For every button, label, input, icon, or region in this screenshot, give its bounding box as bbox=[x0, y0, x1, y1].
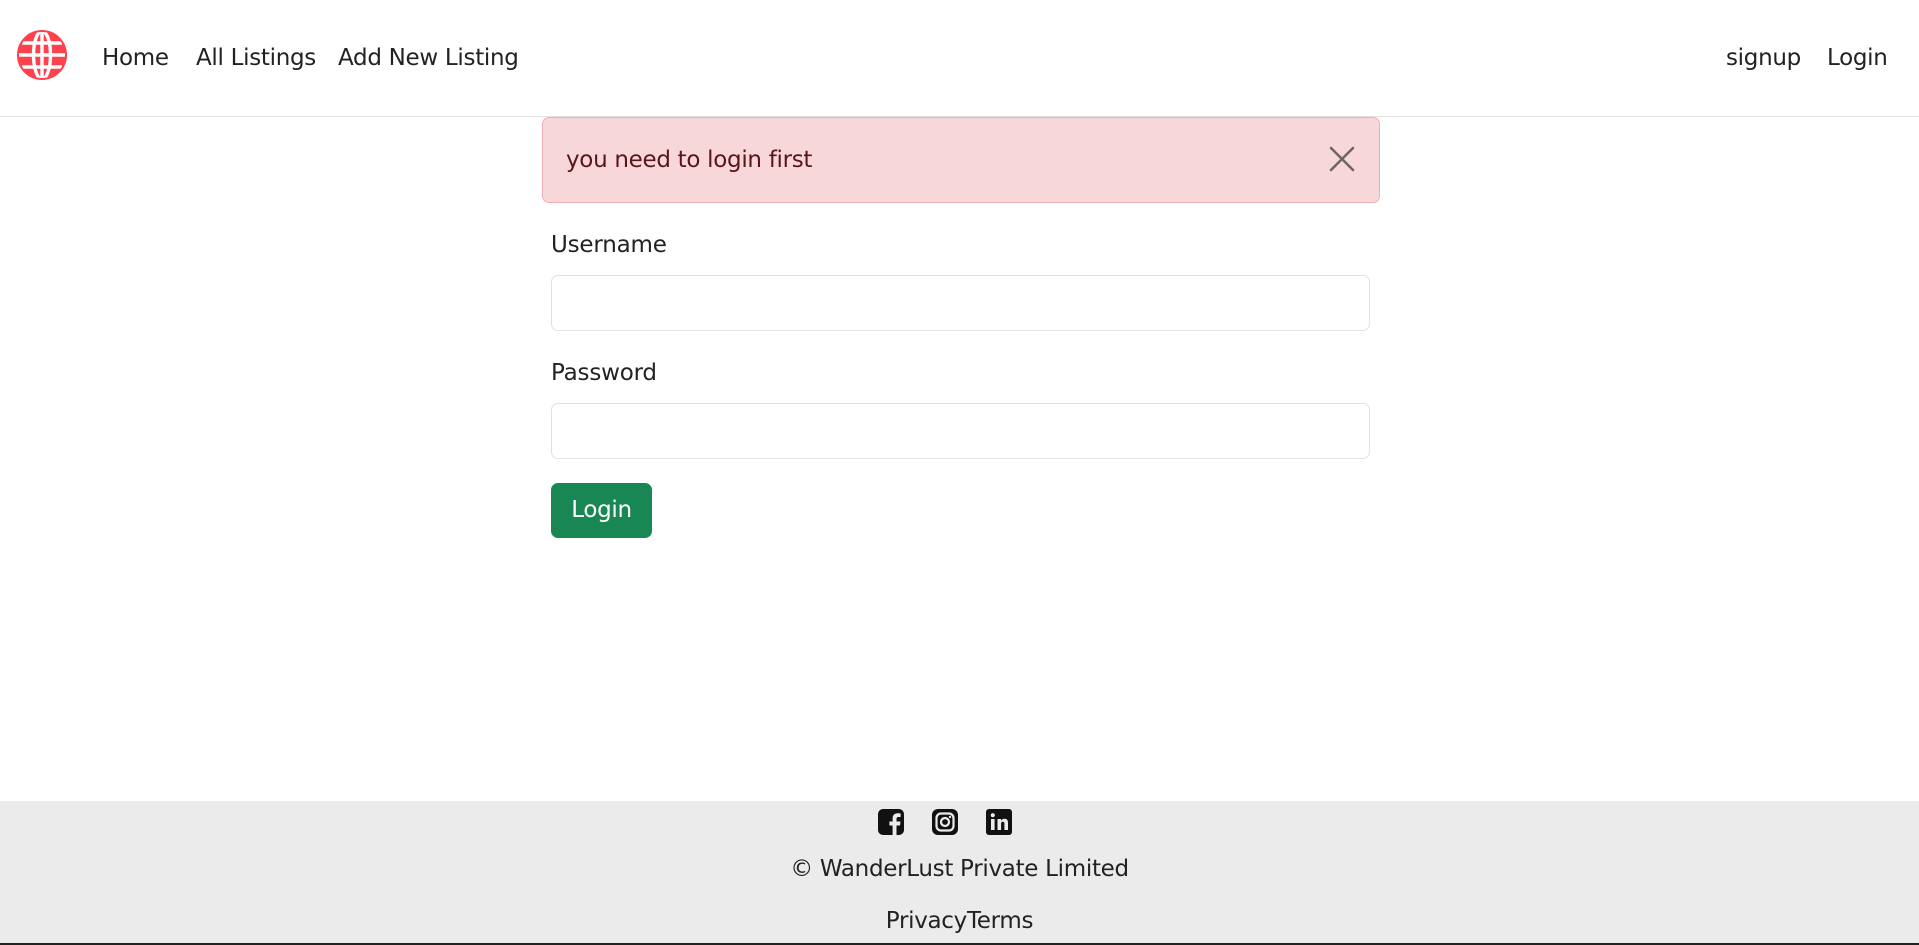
username-input[interactable] bbox=[551, 275, 1370, 331]
globe-icon[interactable] bbox=[17, 30, 67, 80]
alert-message: you need to login first bbox=[566, 147, 813, 173]
nav-link-login[interactable]: Login bbox=[1827, 43, 1888, 73]
privacy-link[interactable]: Privacy bbox=[886, 908, 967, 934]
error-alert: you need to login first bbox=[542, 117, 1380, 203]
password-label: Password bbox=[551, 360, 657, 386]
nav-link-all-listings[interactable]: All Listings bbox=[196, 43, 316, 73]
instagram-icon[interactable] bbox=[931, 808, 959, 836]
nav-link-home[interactable]: Home bbox=[102, 43, 169, 73]
close-icon[interactable] bbox=[1327, 144, 1357, 174]
facebook-icon[interactable] bbox=[877, 808, 905, 836]
nav-link-add-new-listing[interactable]: Add New Listing bbox=[338, 43, 519, 73]
footer-links: PrivacyTerms bbox=[0, 906, 1919, 936]
nav-link-signup[interactable]: signup bbox=[1726, 43, 1801, 73]
password-input[interactable] bbox=[551, 403, 1370, 459]
copyright-text: © WanderLust Private Limited bbox=[790, 856, 1129, 882]
terms-link[interactable]: Terms bbox=[967, 908, 1034, 934]
login-button[interactable]: Login bbox=[551, 483, 652, 538]
username-label: Username bbox=[551, 232, 667, 258]
linkedin-icon[interactable] bbox=[985, 808, 1013, 836]
navbar: Home All Listings Add New Listing signup… bbox=[0, 0, 1919, 117]
